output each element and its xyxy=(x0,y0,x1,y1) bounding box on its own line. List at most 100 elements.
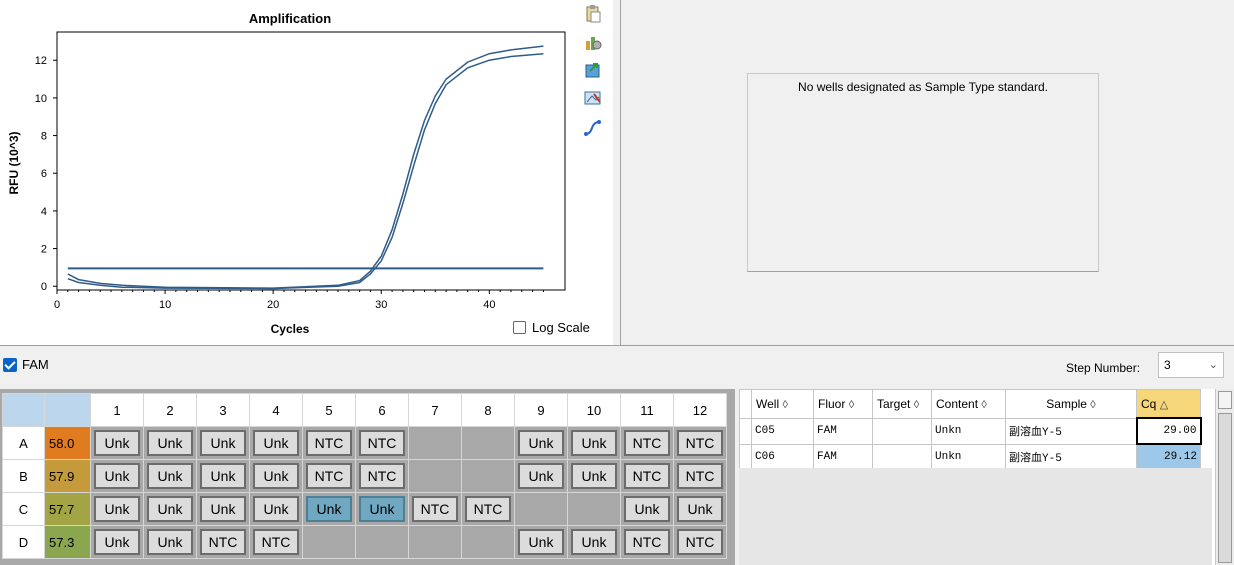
plate-well-empty[interactable] xyxy=(567,492,621,526)
plate-well-empty[interactable] xyxy=(302,525,356,559)
plate-well[interactable]: Unk xyxy=(143,492,197,526)
plate-well[interactable]: NTC xyxy=(620,459,674,493)
column-header-sample[interactable]: Sample ◊ xyxy=(1005,389,1137,419)
plate-well[interactable]: Unk xyxy=(249,426,303,460)
plate-well-empty[interactable] xyxy=(461,525,515,559)
plate-well[interactable]: Unk xyxy=(143,525,197,559)
plate-well[interactable]: Unk xyxy=(143,459,197,493)
plate-well[interactable]: Unk xyxy=(567,525,621,559)
row-selector[interactable] xyxy=(739,443,752,470)
plate-column-header[interactable]: 2 xyxy=(143,393,197,427)
column-header-cq[interactable]: Cq △ xyxy=(1136,389,1201,419)
cell-target[interactable] xyxy=(872,417,932,445)
plate-column-header[interactable]: 8 xyxy=(461,393,515,427)
plate-well[interactable]: NTC xyxy=(673,459,727,493)
log-scale-toggle[interactable]: Log Scale xyxy=(513,320,590,335)
plate-column-header[interactable]: 11 xyxy=(620,393,674,427)
plate-well[interactable]: Unk xyxy=(567,426,621,460)
plate-column-header[interactable]: 6 xyxy=(355,393,409,427)
cell-fluor[interactable]: FAM xyxy=(813,443,873,470)
cell-cq[interactable]: 29.00 xyxy=(1135,417,1202,445)
plate-well-empty[interactable] xyxy=(408,426,462,460)
log-scale-checkbox[interactable] xyxy=(513,321,526,334)
fam-filter[interactable]: FAM xyxy=(3,357,49,372)
results-scrollbar[interactable] xyxy=(1215,389,1234,565)
plate-column-header[interactable]: 3 xyxy=(196,393,250,427)
cell-well[interactable]: C05 xyxy=(751,417,814,445)
results-row[interactable]: C05 FAM Unkn 副溶血Y-5 29.00 xyxy=(739,417,1202,445)
plate-row-header[interactable]: A xyxy=(2,426,45,460)
column-header-content[interactable]: Content ◊ xyxy=(931,389,1006,419)
column-header-well[interactable]: Well ◊ xyxy=(751,389,814,419)
plate-row-header[interactable]: C xyxy=(2,492,45,526)
cell-sample[interactable]: 副溶血Y-5 xyxy=(1005,417,1137,445)
plate-well-selected[interactable]: Unk xyxy=(302,492,356,526)
plate-well[interactable]: Unk xyxy=(90,426,144,460)
chart-settings-icon[interactable] xyxy=(583,32,603,52)
plate-column-header[interactable]: 7 xyxy=(408,393,462,427)
cell-target[interactable] xyxy=(872,443,932,470)
plate-well[interactable]: NTC xyxy=(620,426,674,460)
export-icon[interactable] xyxy=(583,60,603,80)
plate-row-header[interactable]: D xyxy=(2,525,45,559)
horizontal-splitter[interactable] xyxy=(0,345,1234,350)
plate-well[interactable]: Unk xyxy=(196,426,250,460)
plate-well[interactable]: NTC xyxy=(196,525,250,559)
image-icon[interactable] xyxy=(583,88,603,108)
plate-column-header[interactable]: 12 xyxy=(673,393,727,427)
plate-well-empty[interactable] xyxy=(408,459,462,493)
plate-row-header[interactable]: B xyxy=(2,459,45,493)
column-header-fluor[interactable]: Fluor ◊ xyxy=(813,389,873,419)
plate-well[interactable]: NTC xyxy=(355,426,409,460)
cell-well[interactable]: C06 xyxy=(751,443,814,470)
row-selector[interactable] xyxy=(739,417,752,445)
curve-icon[interactable] xyxy=(583,118,603,138)
plate-well[interactable]: NTC xyxy=(461,492,515,526)
cell-cq[interactable]: 29.12 xyxy=(1136,443,1201,470)
plate-column-header[interactable]: 5 xyxy=(302,393,356,427)
plate-well[interactable]: NTC xyxy=(673,426,727,460)
plate-well[interactable]: Unk xyxy=(90,492,144,526)
plate-column-header[interactable]: 9 xyxy=(514,393,568,427)
plate-well[interactable]: NTC xyxy=(302,426,356,460)
plate-well-empty[interactable] xyxy=(355,525,409,559)
plate-well[interactable]: Unk xyxy=(567,459,621,493)
plate-column-header[interactable]: 1 xyxy=(90,393,144,427)
column-header-target[interactable]: Target ◊ xyxy=(872,389,932,419)
plate-well[interactable]: NTC xyxy=(620,525,674,559)
cell-content[interactable]: Unkn xyxy=(931,443,1006,470)
clipboard-icon[interactable] xyxy=(583,4,603,24)
plate-well[interactable]: NTC xyxy=(355,459,409,493)
plate-column-header[interactable]: 10 xyxy=(567,393,621,427)
plate-well-selected[interactable]: Unk xyxy=(355,492,409,526)
plate-corner[interactable] xyxy=(2,393,45,427)
step-number-select[interactable]: 3 ⌄ xyxy=(1158,352,1224,378)
plate-well[interactable]: Unk xyxy=(514,426,568,460)
results-row[interactable]: C06 FAM Unkn 副溶血Y-5 29.12 xyxy=(739,443,1201,470)
plate-well[interactable]: NTC xyxy=(302,459,356,493)
plate-well[interactable]: Unk xyxy=(673,492,727,526)
plate-well[interactable]: NTC xyxy=(249,525,303,559)
plate-well-empty[interactable] xyxy=(408,525,462,559)
plate-well[interactable]: Unk xyxy=(249,492,303,526)
plate-well[interactable]: NTC xyxy=(673,525,727,559)
cell-sample[interactable]: 副溶血Y-5 xyxy=(1005,443,1137,470)
plate-well[interactable]: Unk xyxy=(514,525,568,559)
plate-well-empty[interactable] xyxy=(461,426,515,460)
cell-content[interactable]: Unkn xyxy=(931,417,1006,445)
plate-column-header[interactable]: 4 xyxy=(249,393,303,427)
plate-well[interactable]: NTC xyxy=(408,492,462,526)
plate-well[interactable]: Unk xyxy=(196,492,250,526)
plate-well[interactable]: Unk xyxy=(196,459,250,493)
plate-well-empty[interactable] xyxy=(461,459,515,493)
plate-well[interactable]: Unk xyxy=(143,426,197,460)
plate-well[interactable]: Unk xyxy=(90,459,144,493)
plate-well[interactable]: Unk xyxy=(249,459,303,493)
fam-checkbox[interactable] xyxy=(3,357,17,372)
plate-well[interactable]: Unk xyxy=(620,492,674,526)
cell-fluor[interactable]: FAM xyxy=(813,417,873,445)
plate-well[interactable]: Unk xyxy=(90,525,144,559)
scroll-thumb[interactable] xyxy=(1218,413,1232,563)
plate-well-empty[interactable] xyxy=(514,492,568,526)
scroll-up-button[interactable] xyxy=(1218,391,1232,409)
